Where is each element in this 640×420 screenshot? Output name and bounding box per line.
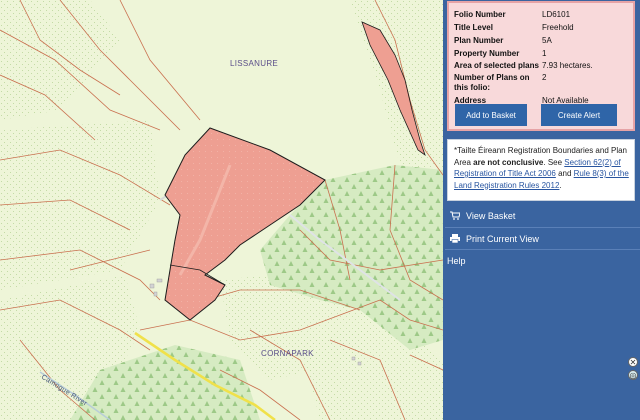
close-icon[interactable]: ✕ [628, 357, 638, 367]
printer-icon [449, 233, 461, 245]
print-view-menu-item[interactable]: Print Current View [447, 228, 637, 250]
registration-notice: *Tailte Éireann Registration Boundaries … [447, 139, 635, 201]
create-alert-button[interactable]: Create Alert [541, 104, 617, 126]
target-icon[interactable]: ◎ [628, 370, 638, 380]
place-label-lissanure: LISSANURE [230, 59, 278, 68]
view-basket-menu-item[interactable]: View Basket [447, 205, 637, 227]
place-label-cornapark: CORNAPARK [261, 349, 314, 358]
help-menu-item[interactable]: Help [447, 250, 637, 272]
map-view[interactable]: LISSANURE CORNAPARK Camogue River [0, 0, 443, 420]
add-to-basket-button[interactable]: Add to Basket [455, 104, 527, 126]
map-canvas[interactable]: LISSANURE CORNAPARK Camogue River [0, 0, 443, 420]
shopping-cart-icon [449, 211, 461, 222]
